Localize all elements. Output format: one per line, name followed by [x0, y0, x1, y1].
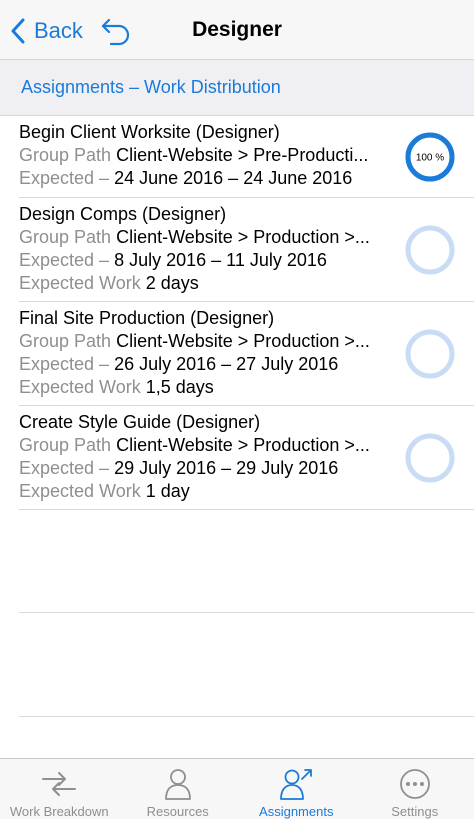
- tab-settings[interactable]: Settings: [356, 759, 474, 819]
- group-path-label: Group Path: [19, 227, 112, 247]
- section-header: Assignments – Work Distribution: [0, 60, 474, 116]
- assignment-group-path: Group Path Client-Website > Production >…: [19, 434, 370, 457]
- progress-ring: [405, 329, 455, 379]
- group-path-label: Group Path: [19, 331, 112, 351]
- assignment-expected-dates: Expected – 29 July 2016 – 29 July 2016: [19, 457, 338, 480]
- expected-work-label: Expected Work: [19, 377, 141, 397]
- expected-work-value: 2 days: [145, 273, 199, 293]
- navigation-bar: Back Designer: [0, 0, 474, 60]
- expected-label: Expected –: [19, 354, 110, 374]
- group-path-label: Group Path: [19, 145, 112, 165]
- tab-resources[interactable]: Resources: [119, 759, 238, 819]
- expected-label: Expected –: [19, 250, 110, 270]
- assignment-list: Begin Client Worksite (Designer) Group P…: [0, 116, 474, 510]
- breadcrumb[interactable]: Assignments – Work Distribution: [21, 77, 281, 98]
- ellipsis-icon: [399, 769, 430, 799]
- tab-assignments[interactable]: Assignments: [237, 759, 356, 819]
- expected-dates-value: 8 July 2016 – 11 July 2016: [114, 250, 327, 270]
- assignment-title: Final Site Production (Designer): [19, 308, 275, 328]
- tab-label: Work Breakdown: [9, 804, 109, 819]
- expected-dates-value: 29 July 2016 – 29 July 2016: [114, 458, 339, 478]
- work-breakdown-icon: [42, 772, 77, 796]
- list-separator: [19, 612, 474, 613]
- assignment-title: Create Style Guide (Designer): [19, 412, 261, 432]
- assignment-expected-dates: Expected – 24 June 2016 – 24 June 2016: [19, 167, 352, 190]
- group-path-label: Group Path: [19, 435, 112, 455]
- assignment-row[interactable]: Final Site Production (Designer) Group P…: [19, 302, 474, 406]
- tab-label: Assignments: [259, 804, 334, 819]
- assignment-group-path: Group Path Client-Website > Pre-Producti…: [19, 144, 368, 167]
- tab-bar: Work Breakdown Resources Assignments Set…: [0, 758, 474, 819]
- assignment-expected-work: Expected Work 1 day: [19, 480, 190, 503]
- expected-work-label: Expected Work: [19, 481, 141, 501]
- expected-work-label: Expected Work: [19, 273, 141, 293]
- progress-percent-label: 100 %: [416, 153, 444, 164]
- assignment-expected-work: Expected Work 1,5 days: [19, 376, 214, 399]
- expected-dates-value: 24 June 2016 – 24 June 2016: [114, 168, 353, 188]
- tab-label: Resources: [146, 804, 209, 819]
- progress-ring: [405, 225, 455, 275]
- expected-dates-value: 26 July 2016 – 27 July 2016: [114, 354, 339, 374]
- group-path-value: Client-Website > Production >...: [116, 331, 370, 351]
- assignment-row[interactable]: Create Style Guide (Designer) Group Path…: [19, 406, 474, 510]
- assignment-expected-dates: Expected – 26 July 2016 – 27 July 2016: [19, 353, 338, 376]
- progress-ring: 100 %: [405, 132, 455, 182]
- expected-work-value: 1 day: [145, 481, 190, 501]
- assignment-expected-dates: Expected – 8 July 2016 – 11 July 2016: [19, 249, 327, 272]
- assignment-group-path: Group Path Client-Website > Production >…: [19, 330, 370, 353]
- assignment-title: Design Comps (Designer): [19, 204, 227, 224]
- expected-label: Expected –: [19, 168, 110, 188]
- expected-label: Expected –: [19, 458, 110, 478]
- assignment-row[interactable]: Design Comps (Designer) Group Path Clien…: [19, 198, 474, 302]
- list-separator: [19, 716, 474, 717]
- assignment-row[interactable]: Begin Client Worksite (Designer) Group P…: [19, 116, 474, 198]
- page-title: Designer: [192, 18, 282, 41]
- assignments-icon: [280, 769, 313, 800]
- group-path-value: Client-Website > Production >...: [116, 227, 370, 247]
- tab-label: Settings: [391, 804, 439, 819]
- assignment-title: Begin Client Worksite (Designer): [19, 122, 280, 142]
- progress-ring: [405, 433, 455, 483]
- assignment-expected-work: Expected Work 2 days: [19, 272, 199, 295]
- group-path-value: Client-Website > Pre-Producti...: [116, 145, 369, 165]
- assignment-group-path: Group Path Client-Website > Production >…: [19, 226, 370, 249]
- expected-work-value: 1,5 days: [145, 377, 214, 397]
- tab-work-breakdown[interactable]: Work Breakdown: [0, 759, 119, 819]
- group-path-value: Client-Website > Production >...: [116, 435, 370, 455]
- person-icon: [164, 769, 191, 800]
